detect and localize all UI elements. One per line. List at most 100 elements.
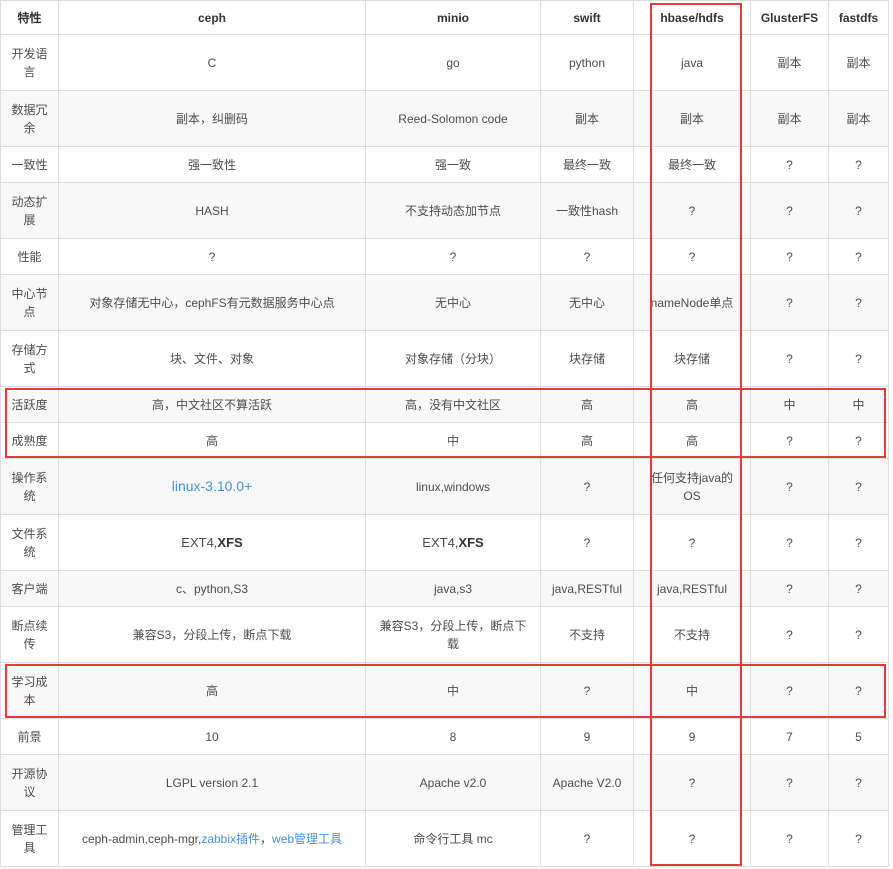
- cell-swift: 高: [540, 422, 634, 459]
- cell-fastdfs: 中: [828, 386, 889, 423]
- link-zabbix-plugin[interactable]: zabbix插件: [201, 832, 260, 846]
- cell-swift: ?: [540, 514, 634, 571]
- cell-fastdfs: ?: [828, 810, 889, 867]
- cell-fastdfs: ?: [828, 606, 889, 663]
- cell-minio: Reed-Solomon code: [365, 90, 541, 147]
- cell-glusterfs: ?: [750, 274, 829, 331]
- row-operating-system: 操作系统 linux-3.10.0+ linux,windows ? 任何支持j…: [0, 458, 889, 515]
- row-client: 客户端 c、python,S3 java,s3 java,RESTful jav…: [0, 570, 889, 607]
- header-feature: 特性: [0, 0, 59, 35]
- cell-hbase-hdfs: java,RESTful: [633, 570, 751, 607]
- cell-minio: 强一致: [365, 146, 541, 183]
- page: 特性 ceph minio swift hbase/hdfs GlusterFS…: [0, 0, 893, 869]
- cell-hbase-hdfs: nameNode单点: [633, 274, 751, 331]
- cell-ceph: 高: [58, 422, 366, 459]
- cell-feature: 性能: [0, 238, 59, 275]
- link-linux-kernel-version[interactable]: linux-3.10.0+: [172, 478, 253, 494]
- cell-fastdfs: ?: [828, 182, 889, 239]
- cell-ceph: 高: [58, 662, 366, 719]
- row-development-language: 开发语言 C go python java 副本 副本: [0, 34, 889, 91]
- cell-fastdfs: ?: [828, 754, 889, 811]
- cell-swift: 块存储: [540, 330, 634, 387]
- header-hbase-hdfs: hbase/hdfs: [633, 0, 751, 35]
- cell-glusterfs: ?: [750, 146, 829, 183]
- row-resumable-transfer: 断点续传 兼容S3，分段上传，断点下载 兼容S3，分段上传，断点下载 不支持 不…: [0, 606, 889, 663]
- cell-ceph: c、python,S3: [58, 570, 366, 607]
- row-performance: 性能 ? ? ? ? ? ?: [0, 238, 889, 275]
- cell-minio: 中: [365, 422, 541, 459]
- cell-glusterfs: ?: [750, 422, 829, 459]
- cell-feature: 断点续传: [0, 606, 59, 663]
- cell-minio: linux,windows: [365, 458, 541, 515]
- row-learning-cost: 学习成本 高 中 ? 中 ? ?: [0, 662, 889, 719]
- filesystem-xfs: XFS: [217, 534, 243, 550]
- cell-feature: 数据冗余: [0, 90, 59, 147]
- header-fastdfs: fastdfs: [828, 0, 889, 35]
- cell-hbase-hdfs: 高: [633, 386, 751, 423]
- row-management-tools: 管理工具 ceph-admin,ceph-mgr,zabbix插件，web管理工…: [0, 810, 889, 867]
- cell-feature: 存储方式: [0, 330, 59, 387]
- cell-glusterfs: ?: [750, 514, 829, 571]
- cell-feature: 成熟度: [0, 422, 59, 459]
- cell-feature: 文件系统: [0, 514, 59, 571]
- cell-minio: Apache v2.0: [365, 754, 541, 811]
- cell-fastdfs: 5: [828, 718, 889, 755]
- cell-swift: ?: [540, 238, 634, 275]
- cell-hbase-hdfs: ?: [633, 754, 751, 811]
- cell-fastdfs: ?: [828, 458, 889, 515]
- cell-swift: 高: [540, 386, 634, 423]
- cell-minio: ?: [365, 238, 541, 275]
- row-activity: 活跃度 高，中文社区不算活跃 高，没有中文社区 高 高 中 中: [0, 386, 889, 423]
- cell-minio: 无中心: [365, 274, 541, 331]
- cell-fastdfs: ?: [828, 274, 889, 331]
- cell-hbase-hdfs: 中: [633, 662, 751, 719]
- cell-glusterfs: ?: [750, 458, 829, 515]
- header-ceph: ceph: [58, 0, 366, 35]
- cell-glusterfs: 7: [750, 718, 829, 755]
- tools-separator: ，: [260, 831, 273, 846]
- cell-hbase-hdfs: ?: [633, 514, 751, 571]
- cell-feature: 前景: [0, 718, 59, 755]
- row-prospects: 前景 10 8 9 9 7 5: [0, 718, 889, 755]
- cell-hbase-hdfs: 不支持: [633, 606, 751, 663]
- cell-ceph: 10: [58, 718, 366, 755]
- cell-minio: 8: [365, 718, 541, 755]
- row-file-system: 文件系统 EXT4,XFS EXT4,XFS ? ? ? ?: [0, 514, 889, 571]
- comparison-table: 特性 ceph minio swift hbase/hdfs GlusterFS…: [0, 0, 889, 867]
- cell-ceph: HASH: [58, 182, 366, 239]
- cell-swift: 最终一致: [540, 146, 634, 183]
- cell-fastdfs: ?: [828, 570, 889, 607]
- row-open-source-license: 开源协议 LGPL version 2.1 Apache v2.0 Apache…: [0, 754, 889, 811]
- cell-glusterfs: 副本: [750, 90, 829, 147]
- cell-fastdfs: ?: [828, 330, 889, 387]
- cell-minio: EXT4,XFS: [365, 514, 541, 571]
- cell-feature: 中心节点: [0, 274, 59, 331]
- cell-hbase-hdfs: 块存储: [633, 330, 751, 387]
- cell-feature: 操作系统: [0, 458, 59, 515]
- cell-swift: ?: [540, 458, 634, 515]
- cell-hbase-hdfs: ?: [633, 238, 751, 275]
- cell-swift: ?: [540, 810, 634, 867]
- cell-glusterfs: 中: [750, 386, 829, 423]
- filesystem-ext4: EXT4,: [181, 534, 218, 550]
- cell-hbase-hdfs: ?: [633, 810, 751, 867]
- cell-swift: 无中心: [540, 274, 634, 331]
- cell-glusterfs: ?: [750, 238, 829, 275]
- row-dynamic-scaling: 动态扩展 HASH 不支持动态加节点 一致性hash ? ? ?: [0, 182, 889, 239]
- cell-minio: 命令行工具 mc: [365, 810, 541, 867]
- cell-glusterfs: ?: [750, 662, 829, 719]
- filesystem-text: EXT4,XFS: [181, 535, 242, 550]
- cell-swift: ?: [540, 662, 634, 719]
- cell-feature: 活跃度: [0, 386, 59, 423]
- cell-hbase-hdfs: 最终一致: [633, 146, 751, 183]
- cell-fastdfs: ?: [828, 238, 889, 275]
- link-web-management-tool[interactable]: web管理工具: [272, 832, 342, 846]
- cell-ceph: linux-3.10.0+: [58, 458, 366, 515]
- cell-fastdfs: ?: [828, 146, 889, 183]
- cell-fastdfs: 副本: [828, 90, 889, 147]
- cell-minio: 高，没有中文社区: [365, 386, 541, 423]
- cell-hbase-hdfs: 高: [633, 422, 751, 459]
- row-center-node: 中心节点 对象存储无中心，cephFS有元数据服务中心点 无中心 无中心 nam…: [0, 274, 889, 331]
- cell-glusterfs: ?: [750, 570, 829, 607]
- cell-minio: java,s3: [365, 570, 541, 607]
